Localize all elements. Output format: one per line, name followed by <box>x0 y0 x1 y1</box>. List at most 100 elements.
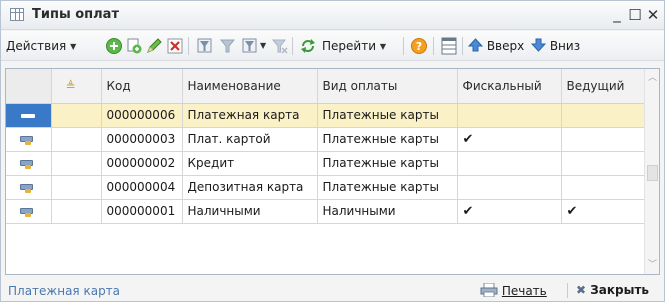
cell-fiscal[interactable]: ✔ <box>457 127 562 152</box>
help-icon[interactable]: ? <box>410 37 428 55</box>
header-name[interactable]: Наименование <box>182 69 318 104</box>
chevron-down-icon: ▼ <box>379 42 386 51</box>
sort-cell <box>51 103 102 128</box>
header-payment-type[interactable]: Вид оплаты <box>317 69 458 104</box>
scroll-thumb[interactable] <box>647 165 658 181</box>
toolbar-separator <box>188 37 189 55</box>
move-down-button[interactable]: Вниз <box>530 36 581 56</box>
chevron-down-icon[interactable]: ▼ <box>260 36 266 56</box>
data-grid: ≜ Код Наименование Вид оплаты Фискальный… <box>5 68 660 275</box>
row-marker-cell <box>6 103 52 128</box>
sort-cell <box>51 175 102 200</box>
cell-leading[interactable] <box>561 175 645 200</box>
toolbar-separator <box>433 37 434 55</box>
row-marker-cell <box>6 127 52 152</box>
header-fiscal[interactable]: Фискальный <box>457 69 562 104</box>
sort-cell <box>51 127 102 152</box>
cell-leading[interactable]: ✔ <box>561 199 645 224</box>
header-sort-indicator[interactable]: ≜ <box>51 69 102 104</box>
arrow-down-icon <box>530 38 547 52</box>
cell-leading[interactable] <box>561 127 645 152</box>
close-window-button[interactable]: ✕ <box>643 5 663 25</box>
down-label: Вниз <box>549 39 581 53</box>
print-icon <box>480 282 498 298</box>
cell-type[interactable]: Наличными <box>317 199 458 224</box>
title-bar: Типы оплат _ ☐ ✕ <box>1 1 664 30</box>
toolbar: Действия ▼ ▼ Перейти ▼ ? Вверх Вниз <box>1 31 664 61</box>
cell-leading[interactable] <box>561 103 645 128</box>
up-label: Вверх <box>486 39 525 53</box>
cell-leading[interactable] <box>561 151 645 176</box>
catalog-item-icon <box>20 207 33 217</box>
cell-code[interactable]: 000000001 <box>101 199 183 224</box>
window: Типы оплат _ ☐ ✕ Действия ▼ ▼ Перейти ▼ … <box>0 0 665 302</box>
columns-icon[interactable] <box>440 37 458 55</box>
svg-text:?: ? <box>416 40 422 53</box>
cell-name[interactable]: Наличными <box>182 199 318 224</box>
row-marker-cell <box>6 175 52 200</box>
table-row[interactable]: 000000004 Депозитная карта Платежные кар… <box>6 175 645 200</box>
table-header-row: ≜ Код Наименование Вид оплаты Фискальный… <box>6 69 645 104</box>
delete-icon[interactable] <box>166 37 184 55</box>
sort-cell <box>51 199 102 224</box>
table-icon <box>10 8 24 21</box>
minimize-button[interactable]: _ <box>607 4 627 24</box>
actions-menu[interactable]: Действия ▼ <box>6 36 76 56</box>
status-separator <box>567 283 568 298</box>
catalog-item-icon <box>20 159 33 169</box>
goto-label: Перейти <box>322 39 376 53</box>
sort-icon: ≜ <box>65 78 76 93</box>
table-row[interactable]: 000000003 Плат. картой Платежные карты ✔ <box>6 127 645 152</box>
vertical-scrollbar[interactable]: ︿ ﹀ <box>644 69 659 274</box>
header-code[interactable]: Код <box>101 69 183 104</box>
catalog-item-icon <box>20 183 33 193</box>
cell-fiscal[interactable] <box>457 175 562 200</box>
filter-list-icon[interactable] <box>241 37 259 55</box>
close-button[interactable]: ✖ Закрыть <box>576 283 649 297</box>
data-table: ≜ Код Наименование Вид оплаты Фискальный… <box>6 69 645 224</box>
catalog-item-icon <box>20 135 33 145</box>
header-corner <box>6 69 52 104</box>
cell-code[interactable]: 000000006 <box>101 103 183 128</box>
cell-type[interactable]: Платежные карты <box>317 175 458 200</box>
close-icon: ✖ <box>576 283 587 297</box>
cell-type[interactable]: Платежные карты <box>317 127 458 152</box>
toolbar-separator <box>292 37 293 55</box>
move-up-button[interactable]: Вверх <box>467 36 525 56</box>
print-button[interactable]: Печать <box>480 282 547 298</box>
table-row[interactable]: 000000001 Наличными Наличными ✔ ✔ <box>6 199 645 224</box>
goto-menu[interactable]: Перейти ▼ <box>322 36 386 56</box>
cell-name[interactable]: Плат. картой <box>182 127 318 152</box>
cell-type[interactable]: Платежные карты <box>317 151 458 176</box>
cell-name[interactable]: Депозитная карта <box>182 175 318 200</box>
edit-pencil-icon[interactable] <box>145 37 163 55</box>
header-leading[interactable]: Ведущий <box>561 69 645 104</box>
add-circle-icon[interactable] <box>105 37 123 55</box>
scroll-up-icon[interactable]: ︿ <box>645 70 659 87</box>
row-marker-cell <box>6 151 52 176</box>
filter-clear-icon[interactable] <box>271 37 289 55</box>
window-title: Типы оплат <box>32 7 119 22</box>
cell-code[interactable]: 000000002 <box>101 151 183 176</box>
cell-type[interactable]: Платежные карты <box>317 103 458 128</box>
table-row[interactable]: 000000006 Платежная карта Платежные карт… <box>6 103 645 128</box>
filter-icon[interactable] <box>219 37 237 55</box>
cell-code[interactable]: 000000004 <box>101 175 183 200</box>
close-label: Закрыть <box>590 283 650 297</box>
status-bar: Платежная карта Печать ✖ Закрыть <box>1 278 664 301</box>
copy-icon[interactable] <box>125 37 143 55</box>
filter-set-icon[interactable] <box>196 37 214 55</box>
cell-name[interactable]: Кредит <box>182 151 318 176</box>
table-row[interactable]: 000000002 Кредит Платежные карты <box>6 151 645 176</box>
scroll-down-icon[interactable]: ﹀ <box>645 257 659 274</box>
actions-label: Действия <box>6 39 67 53</box>
print-label: Печать <box>501 284 547 298</box>
refresh-icon[interactable] <box>299 37 317 55</box>
cell-fiscal[interactable] <box>457 103 562 128</box>
maximize-button[interactable]: ☐ <box>625 5 645 25</box>
current-item-label: Платежная карта <box>8 284 121 298</box>
cell-fiscal[interactable]: ✔ <box>457 199 562 224</box>
cell-fiscal[interactable] <box>457 151 562 176</box>
cell-name[interactable]: Платежная карта <box>182 103 318 128</box>
cell-code[interactable]: 000000003 <box>101 127 183 152</box>
